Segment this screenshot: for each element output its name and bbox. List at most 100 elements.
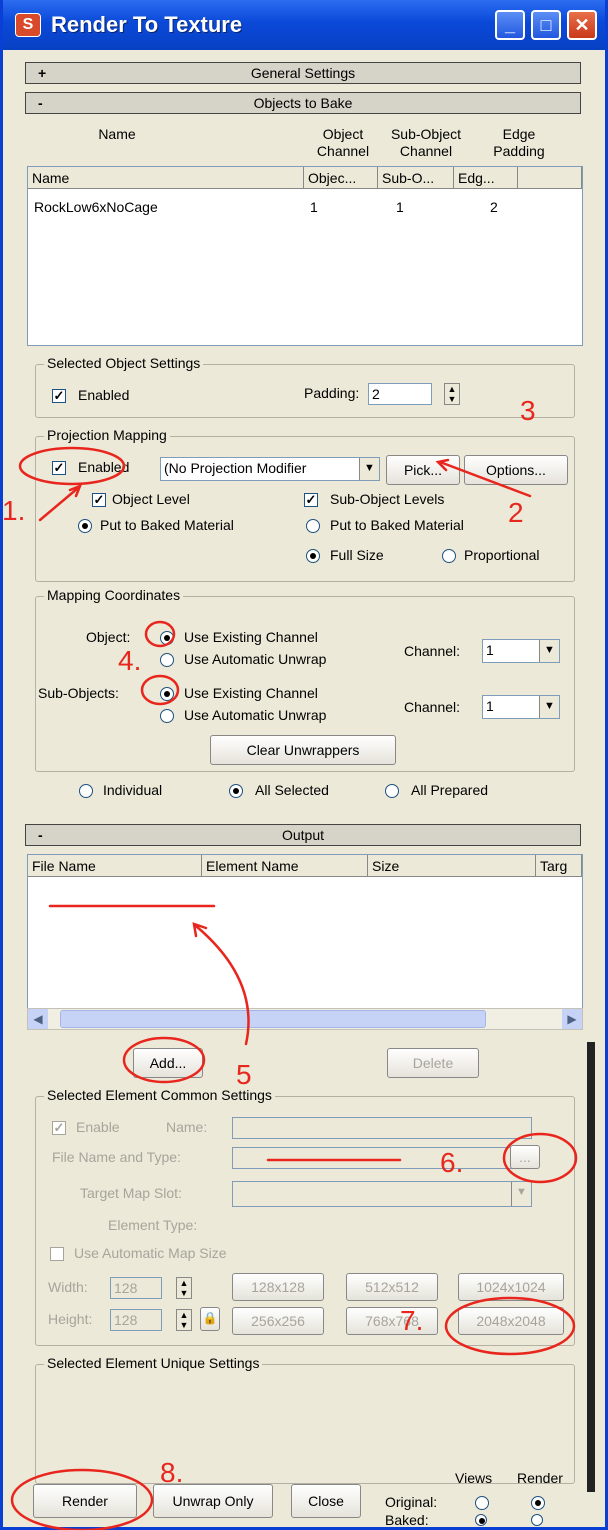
projection-modifier-dropdown[interactable]: (No Projection Modifier ▼ xyxy=(160,457,380,481)
all-selected-radio[interactable] xyxy=(229,784,243,798)
chevron-down-icon[interactable]: ▼ xyxy=(511,1182,531,1206)
rollout-objects-to-bake[interactable]: - Objects to Bake xyxy=(25,92,581,114)
title-bar[interactable]: S Render To Texture _ □ ✕ xyxy=(3,0,605,50)
output-horizontal-scrollbar[interactable]: ◀ ▶ xyxy=(27,1008,583,1030)
put-baked-radio-object[interactable] xyxy=(78,519,92,533)
group-label: Selected Element Common Settings xyxy=(44,1087,275,1103)
window-title: Render To Texture xyxy=(51,12,243,37)
scroll-thumb[interactable] xyxy=(60,1010,486,1028)
output-list[interactable]: File Name Element Name Size Targ xyxy=(27,854,583,1030)
sub-channel-dropdown[interactable]: 1 ▼ xyxy=(482,695,560,719)
height-label: Height: xyxy=(48,1311,93,1327)
lock-aspect-icon[interactable]: 🔒 xyxy=(200,1307,220,1331)
auto-map-size-checkbox[interactable] xyxy=(50,1247,64,1261)
pick-button[interactable]: Pick... xyxy=(386,455,460,485)
individual-radio[interactable] xyxy=(79,784,93,798)
size-512-button[interactable]: 512x512 xyxy=(346,1273,438,1301)
scroll-left-icon[interactable]: ◀ xyxy=(28,1009,48,1029)
sub-objects-label: Sub-Objects: xyxy=(38,685,119,701)
render-button[interactable]: Render xyxy=(33,1484,137,1518)
column-target[interactable]: Targ xyxy=(536,855,582,877)
size-128-button[interactable]: 128x128 xyxy=(232,1273,324,1301)
original-label: Original: xyxy=(385,1494,438,1510)
close-window-button[interactable]: ✕ xyxy=(567,10,597,40)
column-file-name[interactable]: File Name xyxy=(28,855,202,877)
chevron-down-icon[interactable]: ▼ xyxy=(539,640,559,662)
baked-views-radio[interactable] xyxy=(475,1514,487,1526)
file-browse-button[interactable]: ... xyxy=(510,1145,540,1169)
rollout-label: Objects to Bake xyxy=(253,95,353,111)
projection-enabled-checkbox[interactable]: ✓ xyxy=(52,461,66,475)
width-input[interactable]: 128 xyxy=(110,1277,162,1299)
rollout-output[interactable]: - Output xyxy=(25,824,581,846)
proportional-radio[interactable] xyxy=(442,549,456,563)
column-name[interactable]: Name xyxy=(28,167,304,189)
all-prepared-radio[interactable] xyxy=(385,784,399,798)
size-2048-button[interactable]: 2048x2048 xyxy=(458,1307,564,1335)
size-256-button[interactable]: 256x256 xyxy=(232,1307,324,1335)
unwrap-only-button[interactable]: Unwrap Only xyxy=(153,1484,273,1518)
object-channel-label: Channel: xyxy=(404,643,461,659)
target-map-slot-dropdown[interactable]: ▼ xyxy=(232,1181,532,1207)
clear-unwrappers-button[interactable]: Clear Unwrappers xyxy=(210,735,396,765)
mapping-coordinates-group: Mapping Coordinates Object: Use Existing… xyxy=(35,587,575,772)
size-1024-button[interactable]: 1024x1024 xyxy=(458,1273,564,1301)
padding-spinner[interactable]: ▲ ▼ xyxy=(444,383,460,405)
column-object-channel[interactable]: Objec... xyxy=(304,167,378,189)
object-level-label: Object Level xyxy=(112,491,190,507)
padding-input[interactable]: 2 xyxy=(368,383,432,405)
size-768-button[interactable]: 768x768 xyxy=(346,1307,438,1335)
scroll-right-icon[interactable]: ▶ xyxy=(562,1009,582,1029)
original-render-radio[interactable] xyxy=(531,1496,545,1510)
column-size[interactable]: Size xyxy=(368,855,536,877)
object-channel-dropdown[interactable]: 1 ▼ xyxy=(482,639,560,663)
dropdown-value: (No Projection Modifier xyxy=(164,460,307,476)
padding-label: Padding: xyxy=(304,385,360,401)
projection-mapping-group: Projection Mapping ✓ Enabled (No Project… xyxy=(35,427,575,582)
panel-scroll-grip[interactable] xyxy=(587,1042,595,1492)
sub-auto-radio[interactable] xyxy=(160,709,174,723)
full-size-radio[interactable] xyxy=(306,549,320,563)
original-views-radio[interactable] xyxy=(475,1496,489,1510)
row-name: RockLow6xNoCage xyxy=(34,199,158,215)
column-edge-padding[interactable]: Edg... xyxy=(454,167,518,189)
height-input[interactable]: 128 xyxy=(110,1309,162,1331)
group-label: Projection Mapping xyxy=(44,427,170,443)
header-edge-padding: Edge Padding xyxy=(493,126,545,159)
minimize-button[interactable]: _ xyxy=(495,10,525,40)
enabled-checkbox[interactable]: ✓ xyxy=(52,389,66,403)
element-unique-settings-group: Selected Element Unique Settings xyxy=(35,1355,575,1484)
column-subobject-channel[interactable]: Sub-O... xyxy=(378,167,454,189)
maximize-button[interactable]: □ xyxy=(531,10,561,40)
all-prepared-label: All Prepared xyxy=(411,782,489,798)
options-button[interactable]: Options... xyxy=(464,455,568,485)
object-auto-radio[interactable] xyxy=(160,653,174,667)
file-name-type-label: File Name and Type: xyxy=(52,1149,181,1165)
rollout-general-settings[interactable]: + General Settings xyxy=(25,62,581,84)
sub-object-levels-checkbox[interactable]: ✓ xyxy=(304,493,318,507)
file-name-type-input[interactable] xyxy=(232,1147,532,1169)
add-button[interactable]: Add... xyxy=(133,1048,203,1078)
chevron-down-icon[interactable]: ▼ xyxy=(359,458,379,480)
chevron-down-icon[interactable]: ▼ xyxy=(539,696,559,718)
element-enable-checkbox[interactable]: ✓ xyxy=(52,1121,66,1135)
height-spinner[interactable]: ▲ ▼ xyxy=(176,1309,192,1331)
element-type-label: Element Type: xyxy=(108,1217,198,1233)
projection-enabled-label: Enabled xyxy=(78,459,130,475)
close-button[interactable]: Close xyxy=(291,1484,361,1518)
sub-auto-label: Use Automatic Unwrap xyxy=(184,707,327,723)
width-spinner[interactable]: ▲ ▼ xyxy=(176,1277,192,1299)
sub-existing-label: Use Existing Channel xyxy=(184,685,318,701)
column-element-name[interactable]: Element Name xyxy=(202,855,368,877)
baked-render-radio[interactable] xyxy=(531,1514,543,1526)
element-name-input[interactable] xyxy=(232,1117,532,1139)
put-baked-radio-sub[interactable] xyxy=(306,519,320,533)
delete-button[interactable]: Delete xyxy=(387,1048,479,1078)
group-label: Selected Object Settings xyxy=(44,355,204,371)
full-size-label: Full Size xyxy=(330,547,384,563)
objects-list[interactable]: Name Objec... Sub-O... Edg... RockLow6xN… xyxy=(27,166,583,346)
sub-channel-label: Channel: xyxy=(404,699,461,715)
object-level-checkbox[interactable]: ✓ xyxy=(92,493,106,507)
object-existing-radio[interactable] xyxy=(160,631,174,645)
sub-existing-radio[interactable] xyxy=(160,687,174,701)
